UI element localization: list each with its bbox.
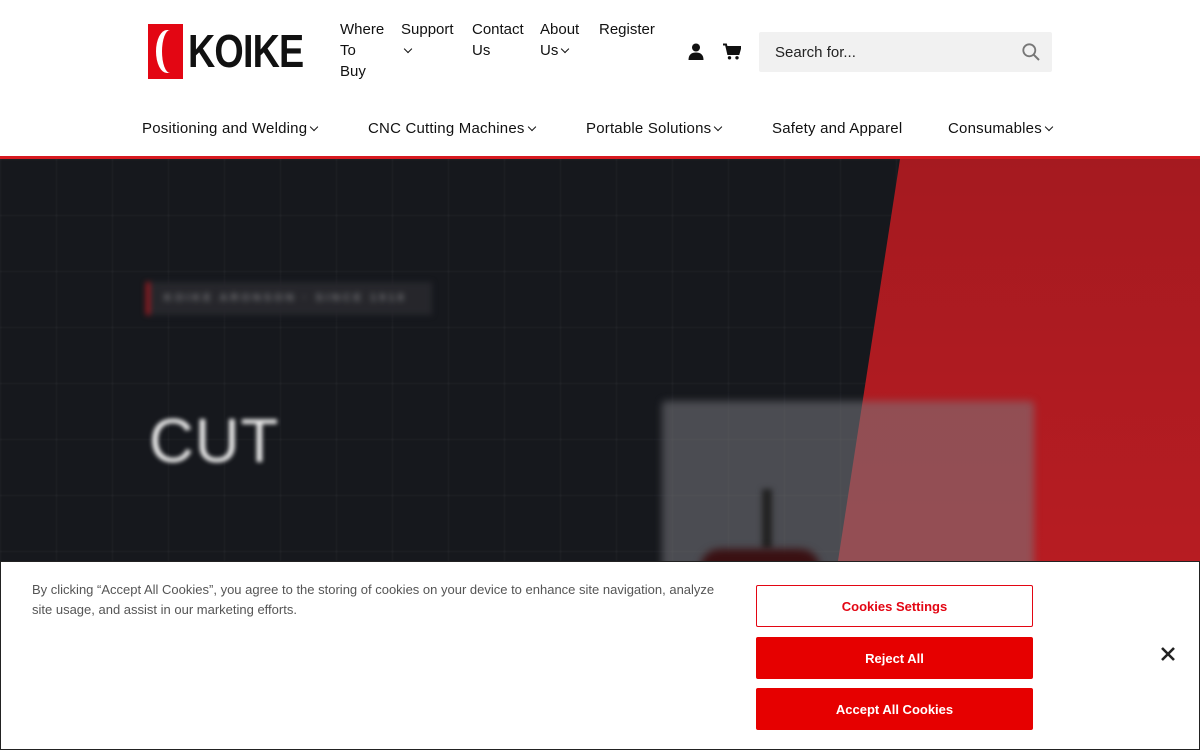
user-icon[interactable] <box>688 43 704 60</box>
search-icon[interactable] <box>1022 43 1040 61</box>
nav-where-to-buy[interactable]: Where To Buy <box>340 19 401 82</box>
cookie-consent-text: By clicking “Accept All Cookies”, you ag… <box>32 582 715 617</box>
nav-contact-us[interactable]: Contact Us <box>472 19 540 82</box>
hero-machine-base <box>700 549 820 561</box>
hero-machine-torch <box>762 489 772 549</box>
close-icon[interactable] <box>1159 645 1177 663</box>
logo-wordmark: KOIKE <box>188 25 304 77</box>
hero-banner: KOIKE ARONSON · SINCE 1918 CUT <box>0 159 1200 561</box>
cookie-consent-banner: By clicking “Accept All Cookies”, you ag… <box>0 561 1200 750</box>
cookies-settings-button[interactable]: Cookies Settings <box>756 585 1033 627</box>
nav-support[interactable]: Support <box>401 19 472 82</box>
chevron-down-icon <box>714 122 723 132</box>
logo-mark-icon <box>148 24 183 79</box>
nav-safety-and-apparel[interactable]: Safety and Apparel <box>772 120 902 137</box>
chevron-down-icon <box>1044 122 1054 132</box>
main-nav: Positioning and Welding CNC Cutting Mach… <box>0 120 1200 140</box>
koike-logo[interactable]: KOIKE <box>148 24 329 79</box>
hero-product-image <box>662 401 1034 561</box>
chevron-down-icon <box>527 122 536 132</box>
hero-eyebrow: KOIKE ARONSON · SINCE 1918 <box>146 282 432 315</box>
chevron-down-icon <box>310 122 319 132</box>
nav-portable-solutions[interactable]: Portable Solutions <box>586 120 723 137</box>
chevron-down-icon <box>403 44 413 54</box>
nav-positioning-and-welding[interactable]: Positioning and Welding <box>142 120 319 137</box>
nav-consumables[interactable]: Consumables <box>948 120 1054 137</box>
hero-title: CUT <box>149 407 280 476</box>
nav-cnc-cutting-machines[interactable]: CNC Cutting Machines <box>368 120 536 137</box>
reject-all-button[interactable]: Reject All <box>756 637 1033 679</box>
chevron-down-icon <box>561 44 570 54</box>
accept-all-cookies-button[interactable]: Accept All Cookies <box>756 688 1033 730</box>
search-box <box>759 32 1052 72</box>
nav-about-us[interactable]: About Us <box>540 19 599 82</box>
cart-icon[interactable] <box>723 43 741 60</box>
nav-register[interactable]: Register <box>599 19 659 82</box>
search-input[interactable] <box>759 32 1009 72</box>
site-header: KOIKE Where To Buy Support Contact Us Ab… <box>0 0 1200 156</box>
utility-nav: Where To Buy Support Contact Us About Us… <box>340 19 659 82</box>
